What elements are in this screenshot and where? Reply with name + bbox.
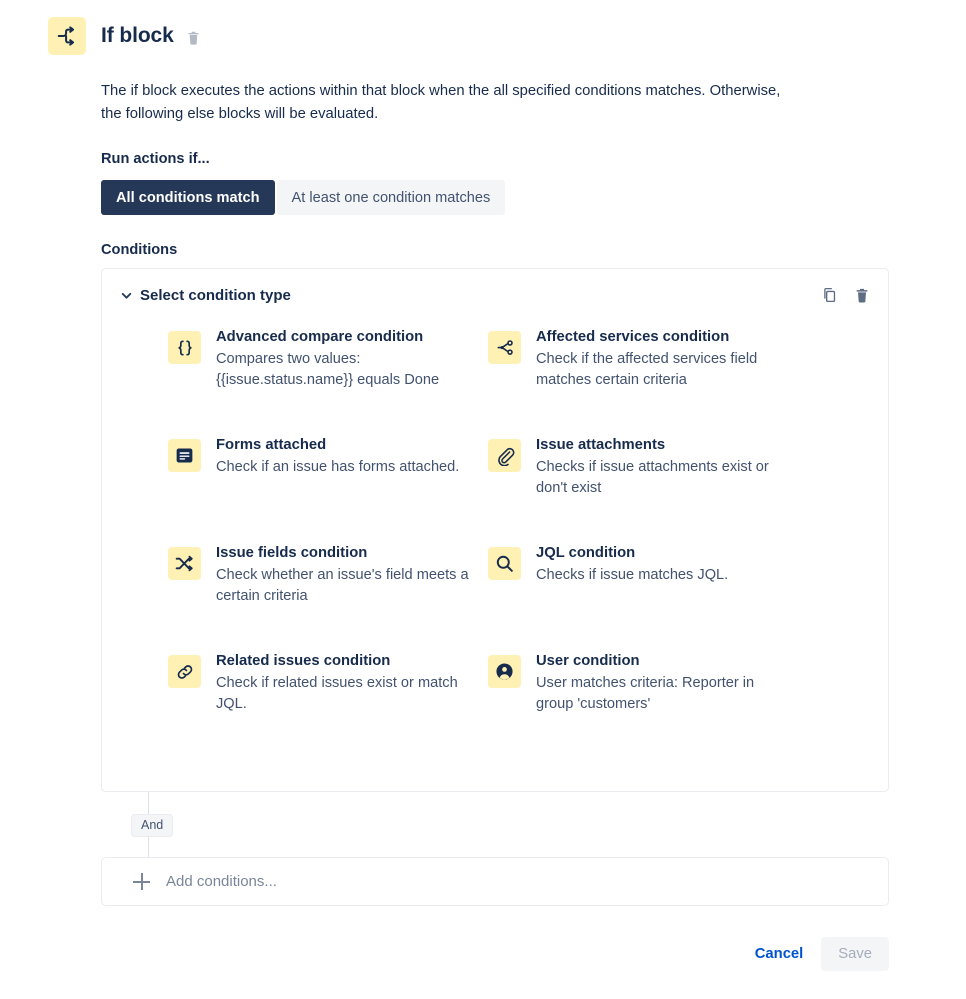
option-all-conditions-match[interactable]: All conditions match bbox=[101, 180, 275, 215]
condition-option-desc: Check if the affected services field mat… bbox=[536, 351, 758, 388]
condition-option-affected-services[interactable]: Affected services condition Check if the… bbox=[488, 327, 868, 435]
copy-icon[interactable] bbox=[821, 286, 838, 304]
condition-option-name: Advanced compare condition bbox=[216, 329, 424, 345]
plus-icon bbox=[133, 873, 150, 890]
add-conditions-button[interactable]: Add conditions... bbox=[101, 857, 889, 906]
condition-option-desc: Check if related issues exist or match J… bbox=[216, 675, 458, 712]
condition-panel-actions bbox=[821, 286, 870, 304]
page-header: If block bbox=[48, 17, 201, 55]
condition-option-jql[interactable]: JQL condition Checks if issue matches JQ… bbox=[488, 543, 868, 651]
if-block-branch-icon bbox=[48, 17, 86, 55]
paperclip-icon bbox=[488, 439, 521, 472]
run-actions-segmented-control: All conditions match At least one condit… bbox=[101, 180, 506, 215]
condition-option-text: JQL condition Checks if issue matches JQ… bbox=[536, 543, 728, 586]
save-button[interactable]: Save bbox=[821, 937, 889, 971]
form-document-icon bbox=[168, 439, 201, 472]
condition-option-name: User condition bbox=[536, 653, 640, 669]
condition-option-forms-attached[interactable]: Forms attached Check if an issue has for… bbox=[168, 435, 488, 543]
dialog-footer: Cancel Save bbox=[745, 937, 889, 971]
trash-icon[interactable] bbox=[186, 27, 201, 46]
page-title: If block bbox=[101, 24, 174, 47]
cancel-button[interactable]: Cancel bbox=[745, 938, 814, 970]
condition-panel-header: Select condition type bbox=[102, 269, 888, 321]
condition-option-desc: Check whether an issue's field meets a c… bbox=[216, 567, 469, 604]
condition-panel-title: Select condition type bbox=[140, 286, 291, 304]
condition-option-issue-attachments[interactable]: Issue attachments Checks if issue attach… bbox=[488, 435, 868, 543]
condition-option-related-issues[interactable]: Related issues condition Check if relate… bbox=[168, 651, 488, 759]
condition-option-text: User condition User matches criteria: Re… bbox=[536, 651, 791, 715]
condition-option-name: Forms attached bbox=[216, 437, 327, 453]
conditions-label: Conditions bbox=[101, 242, 178, 258]
user-avatar-icon bbox=[488, 655, 521, 688]
block-description: The if block executes the actions within… bbox=[101, 83, 781, 122]
condition-option-advanced-compare[interactable]: Advanced compare condition Compares two … bbox=[168, 327, 488, 435]
condition-option-desc: Checks if issue matches JQL. bbox=[536, 567, 729, 583]
and-badge: And bbox=[131, 814, 174, 837]
condition-option-text: Advanced compare condition Compares two … bbox=[216, 327, 471, 391]
condition-option-desc: User matches criteria: Reporter in group… bbox=[536, 675, 755, 712]
curly-braces-icon bbox=[168, 331, 201, 364]
condition-option-name: Related issues condition bbox=[216, 653, 391, 669]
condition-option-name: Issue fields condition bbox=[216, 545, 368, 561]
condition-option-name: JQL condition bbox=[536, 545, 636, 561]
add-conditions-label: Add conditions... bbox=[166, 873, 277, 890]
condition-option-text: Issue attachments Checks if issue attach… bbox=[536, 435, 791, 499]
condition-option-name: Issue attachments bbox=[536, 437, 666, 453]
run-actions-label: Run actions if... bbox=[101, 151, 210, 167]
magnifier-icon bbox=[488, 547, 521, 580]
condition-type-grid: Advanced compare condition Compares two … bbox=[102, 327, 888, 759]
condition-option-issue-fields[interactable]: Issue fields condition Check whether an … bbox=[168, 543, 488, 651]
trash-icon[interactable] bbox=[854, 287, 870, 304]
condition-option-text: Affected services condition Check if the… bbox=[536, 327, 791, 391]
condition-option-text: Issue fields condition Check whether an … bbox=[216, 543, 471, 607]
affected-services-nodes-icon bbox=[488, 331, 521, 364]
if-block-editor: If block The if block executes the actio… bbox=[0, 0, 966, 999]
option-at-least-one-condition-matches[interactable]: At least one condition matches bbox=[276, 180, 506, 215]
condition-option-desc: Compares two values: {{issue.status.name… bbox=[216, 351, 440, 388]
condition-option-text: Forms attached Check if an issue has for… bbox=[216, 435, 459, 478]
link-chain-icon bbox=[168, 655, 201, 688]
condition-type-panel: Select condition type Advanced compare c… bbox=[101, 268, 889, 792]
shuffle-arrows-icon bbox=[168, 547, 201, 580]
condition-option-user[interactable]: User condition User matches criteria: Re… bbox=[488, 651, 868, 759]
condition-option-text: Related issues condition Check if relate… bbox=[216, 651, 471, 715]
condition-option-name: Affected services condition bbox=[536, 329, 730, 345]
condition-option-desc: Check if an issue has forms attached. bbox=[216, 459, 460, 475]
condition-option-desc: Checks if issue attachments exist or don… bbox=[536, 459, 769, 496]
chevron-down-icon[interactable] bbox=[118, 287, 134, 303]
